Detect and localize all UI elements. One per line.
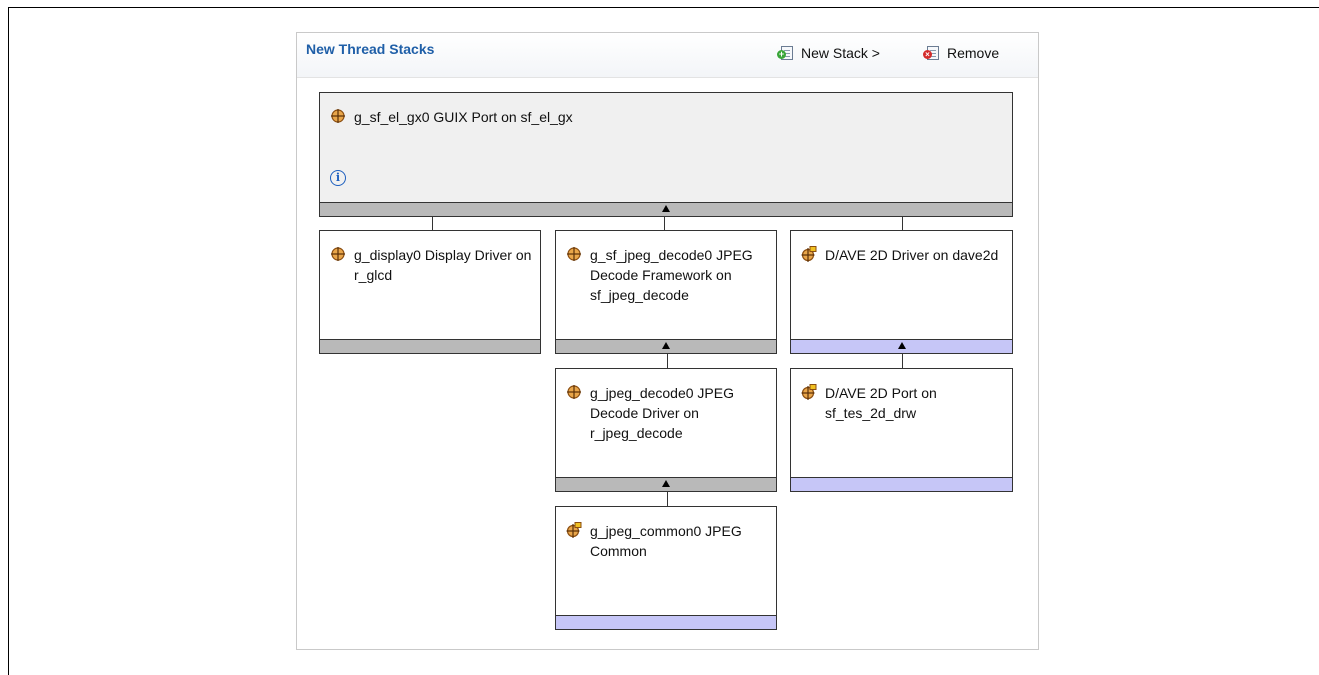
- module-label: g_jpeg_decode0 JPEG Decode Driver on r_j…: [590, 385, 734, 441]
- module-crosshair-icon: [567, 247, 581, 261]
- new-stack-label: New Stack >: [801, 45, 880, 61]
- module-label: D/AVE 2D Port on sf_tes_2d_drw: [825, 385, 937, 421]
- info-icon[interactable]: i: [330, 170, 346, 186]
- module-label: g_sf_el_gx0 GUIX Port on sf_el_gx: [354, 109, 573, 125]
- connector: [667, 353, 668, 368]
- remove-icon: ×: [923, 45, 941, 61]
- connector: [902, 353, 903, 368]
- module-dave-driver[interactable]: D/AVE 2D Driver on dave2d: [790, 230, 1013, 354]
- module-label: g_display0 Display Driver on r_glcd: [354, 247, 532, 283]
- expand-up-icon: [662, 205, 670, 212]
- expand-up-icon: [662, 480, 670, 487]
- new-stack-button[interactable]: + New Stack >: [777, 43, 880, 63]
- module-label: D/AVE 2D Driver on dave2d: [825, 247, 999, 263]
- module-flag-icon: [566, 522, 582, 538]
- expand-up-icon: [897, 342, 906, 349]
- module-label: g_sf_jpeg_decode0 JPEG Decode Framework …: [590, 247, 753, 303]
- remove-label: Remove: [947, 45, 1000, 61]
- expand-up-icon: [662, 342, 670, 349]
- module-label: g_jpeg_common0 JPEG Common: [590, 523, 742, 559]
- module-jpeg-framework[interactable]: g_sf_jpeg_decode0 JPEG Decode Framework …: [555, 230, 777, 354]
- module-dependency-bar[interactable]: [791, 339, 1012, 353]
- module-dave-port[interactable]: D/AVE 2D Port on sf_tes_2d_drw: [790, 368, 1013, 492]
- new-stack-icon: +: [777, 45, 795, 61]
- module-crosshair-icon: [331, 109, 345, 123]
- module-dependency-bar[interactable]: [556, 615, 776, 629]
- connector: [432, 215, 433, 230]
- module-flag-icon: [801, 384, 817, 400]
- page-frame-top: [8, 7, 1319, 8]
- module-dependency-bar[interactable]: [320, 202, 1012, 216]
- module-jpeg-driver[interactable]: g_jpeg_decode0 JPEG Decode Driver on r_j…: [555, 368, 777, 492]
- module-dependency-bar[interactable]: [556, 339, 776, 353]
- module-flag-icon: [801, 246, 817, 262]
- remove-button[interactable]: × Remove: [923, 43, 1000, 63]
- module-crosshair-icon: [567, 385, 581, 399]
- panel-title: New Thread Stacks: [306, 41, 435, 57]
- module-dependency-bar[interactable]: [791, 477, 1012, 491]
- module-crosshair-icon: [331, 247, 345, 261]
- panel-header: New Thread Stacks + New Stack > × Remove: [297, 33, 1038, 78]
- connector: [902, 215, 903, 230]
- page-frame-left: [8, 7, 9, 675]
- module-display-driver[interactable]: g_display0 Display Driver on r_glcd: [319, 230, 541, 354]
- connector: [664, 215, 665, 230]
- module-dependency-bar[interactable]: [556, 477, 776, 491]
- connector: [667, 491, 668, 506]
- module-guix-port[interactable]: g_sf_el_gx0 GUIX Port on sf_el_gx i: [319, 92, 1013, 217]
- thread-stacks-panel: New Thread Stacks + New Stack > × Remove…: [296, 32, 1039, 650]
- module-jpeg-common[interactable]: g_jpeg_common0 JPEG Common: [555, 506, 777, 630]
- module-dependency-bar[interactable]: [320, 339, 540, 353]
